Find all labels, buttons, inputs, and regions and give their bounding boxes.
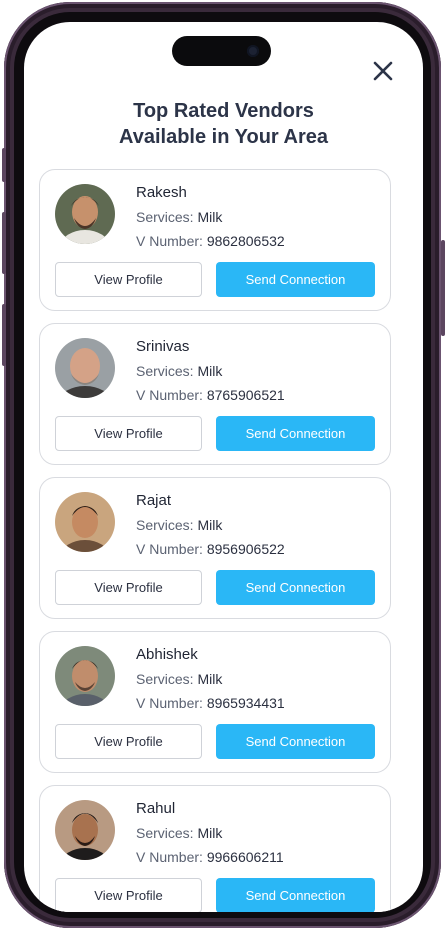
number-value: 9862806532 bbox=[206, 233, 285, 249]
view-profile-button[interactable]: View Profile bbox=[55, 878, 202, 912]
phone-side-button bbox=[2, 212, 6, 274]
send-connection-button[interactable]: Send Connection bbox=[216, 878, 375, 912]
avatar bbox=[55, 338, 115, 398]
services-label: Services: bbox=[136, 363, 198, 379]
camera-icon bbox=[247, 45, 259, 57]
view-profile-button[interactable]: View Profile bbox=[55, 416, 202, 451]
number-label: V Number: bbox=[136, 695, 207, 711]
send-connection-button[interactable]: Send Connection bbox=[216, 570, 375, 605]
avatar bbox=[55, 492, 115, 552]
vendor-services: Services: Milk bbox=[136, 363, 222, 379]
services-label: Services: bbox=[136, 517, 198, 533]
dynamic-island bbox=[172, 36, 271, 66]
services-label: Services: bbox=[136, 825, 198, 841]
phone-side-button bbox=[2, 148, 6, 182]
page-title: Top Rated Vendors Available in Your Area bbox=[24, 98, 423, 150]
number-label: V Number: bbox=[136, 233, 207, 249]
number-value: 8956906522 bbox=[206, 541, 285, 557]
number-value: 9966606211 bbox=[206, 849, 284, 865]
services-label: Services: bbox=[136, 671, 198, 687]
vendor-name: Srinivas bbox=[136, 338, 190, 355]
avatar-photo-icon bbox=[55, 646, 115, 706]
services-value: Milk bbox=[197, 517, 223, 533]
page-title-line2: Available in Your Area bbox=[119, 126, 328, 148]
send-connection-button[interactable]: Send Connection bbox=[216, 724, 375, 759]
app-screen: Top Rated Vendors Available in Your Area… bbox=[24, 22, 423, 912]
vendor-card: Rahul Services: Milk V Number: 996660621… bbox=[39, 785, 391, 912]
vendor-services: Services: Milk bbox=[136, 517, 222, 533]
close-icon bbox=[373, 61, 393, 81]
vendor-name: Rakesh bbox=[136, 184, 187, 201]
vendor-number: V Number: 8965934431 bbox=[136, 695, 285, 711]
services-value: Milk bbox=[197, 363, 223, 379]
number-value: 8765906521 bbox=[206, 387, 285, 403]
vendor-card: Rakesh Services: Milk V Number: 98628065… bbox=[39, 169, 391, 311]
vendor-services: Services: Milk bbox=[136, 671, 222, 687]
view-profile-button[interactable]: View Profile bbox=[55, 262, 202, 297]
number-value: 8965934431 bbox=[206, 695, 285, 711]
send-connection-button[interactable]: Send Connection bbox=[216, 262, 375, 297]
vendor-services: Services: Milk bbox=[136, 209, 222, 225]
number-label: V Number: bbox=[136, 849, 207, 865]
avatar-photo-icon bbox=[55, 492, 115, 552]
view-profile-button[interactable]: View Profile bbox=[55, 724, 202, 759]
phone-side-button bbox=[441, 240, 445, 336]
services-label: Services: bbox=[136, 209, 198, 225]
avatar bbox=[55, 646, 115, 706]
services-value: Milk bbox=[197, 825, 223, 841]
avatar-photo-icon bbox=[55, 800, 115, 860]
phone-side-button bbox=[2, 304, 6, 366]
page-title-line1: Top Rated Vendors bbox=[133, 100, 314, 122]
view-profile-button[interactable]: View Profile bbox=[55, 570, 202, 605]
vendor-number: V Number: 8956906522 bbox=[136, 541, 285, 557]
avatar-photo-icon bbox=[55, 184, 115, 244]
vendor-name: Rajat bbox=[136, 492, 172, 509]
avatar bbox=[55, 800, 115, 860]
vendor-list: Rakesh Services: Milk V Number: 98628065… bbox=[39, 169, 391, 912]
close-button[interactable] bbox=[370, 58, 396, 84]
number-label: V Number: bbox=[136, 541, 207, 557]
services-value: Milk bbox=[197, 671, 223, 687]
number-label: V Number: bbox=[136, 387, 207, 403]
vendor-name: Rahul bbox=[136, 800, 176, 817]
avatar bbox=[55, 184, 115, 244]
vendor-card: Abhishek Services: Milk V Number: 896593… bbox=[39, 631, 391, 773]
vendor-card: Srinivas Services: Milk V Number: 876590… bbox=[39, 323, 391, 465]
send-connection-button[interactable]: Send Connection bbox=[216, 416, 375, 451]
vendor-name: Abhishek bbox=[136, 646, 198, 663]
vendor-services: Services: Milk bbox=[136, 825, 222, 841]
vendor-number: V Number: 9862806532 bbox=[136, 233, 285, 249]
avatar-photo-icon bbox=[55, 338, 115, 398]
services-value: Milk bbox=[197, 209, 223, 225]
vendor-number: V Number: 8765906521 bbox=[136, 387, 285, 403]
vendor-card: Rajat Services: Milk V Number: 895690652… bbox=[39, 477, 391, 619]
vendor-number: V Number: 9966606211 bbox=[136, 849, 284, 865]
